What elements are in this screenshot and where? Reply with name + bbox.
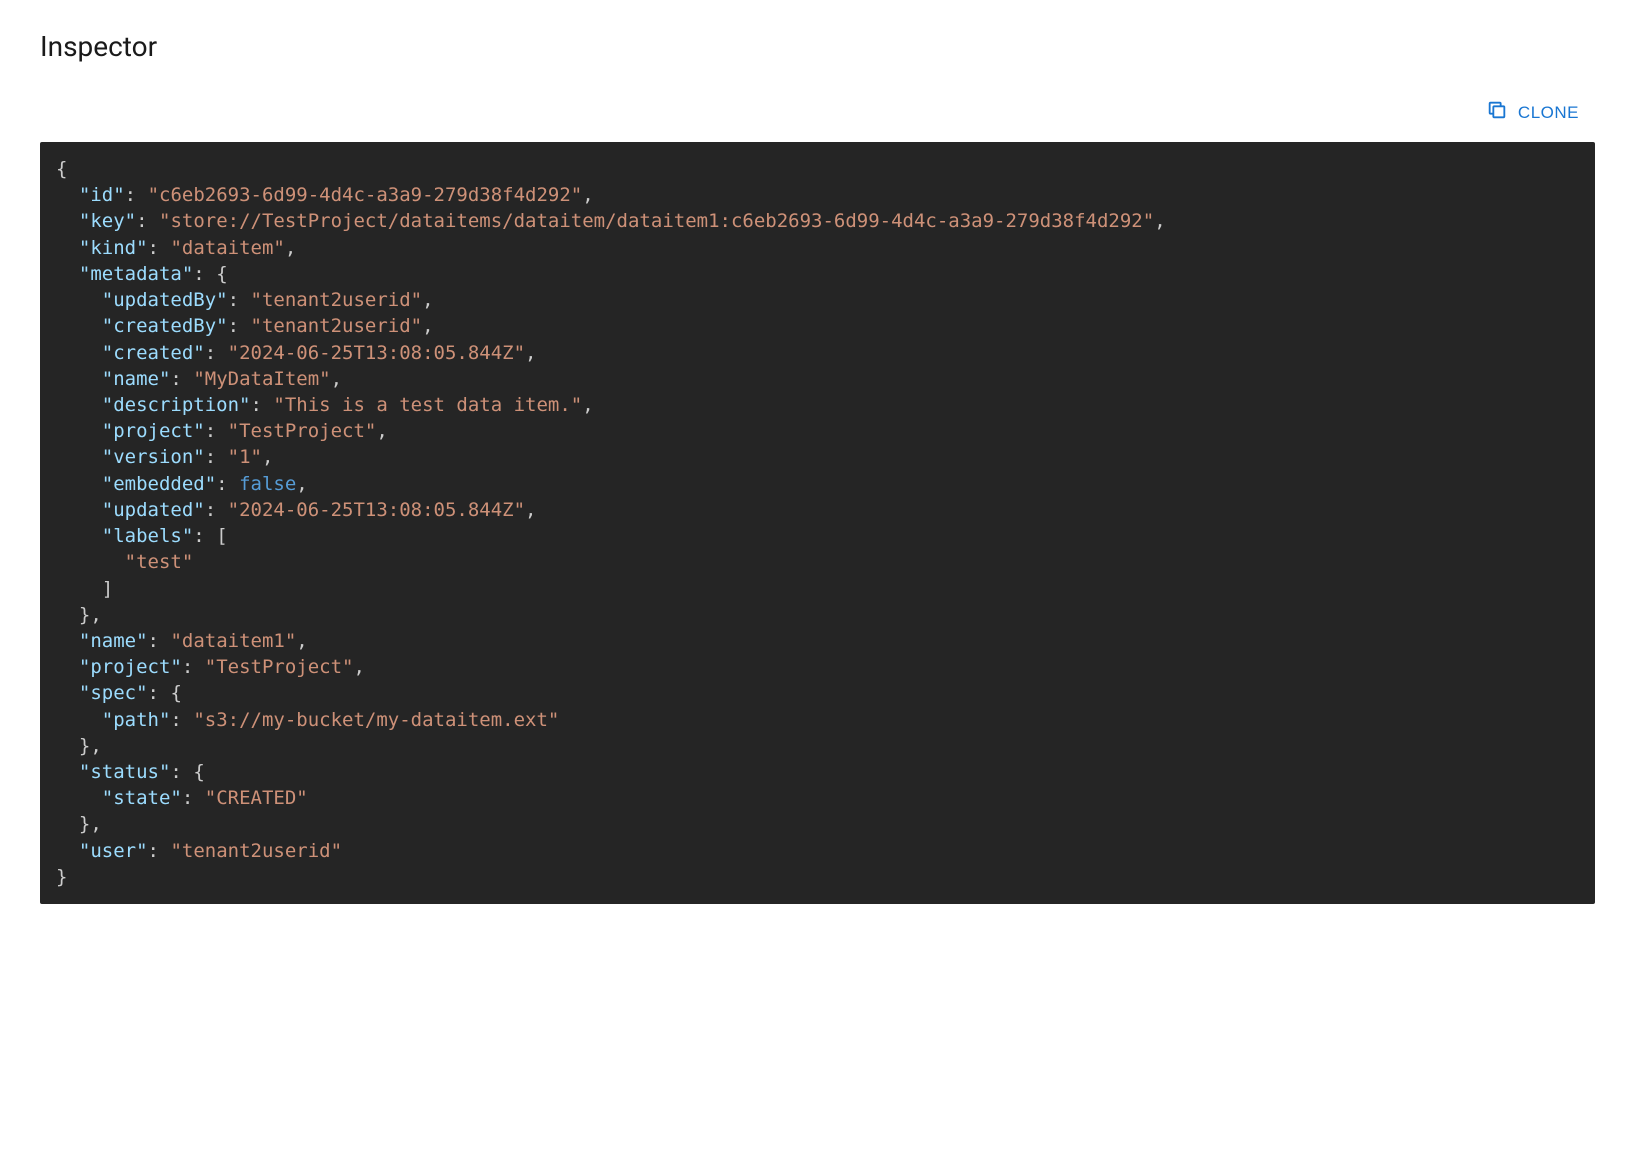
json-inspector-panel: { "id": "c6eb2693-6d99-4d4c-a3a9-279d38f… (40, 142, 1595, 904)
copy-icon (1486, 99, 1508, 126)
clone-button-label: CLONE (1518, 103, 1579, 123)
clone-button[interactable]: CLONE (1478, 93, 1587, 132)
json-code-content: { "id": "c6eb2693-6d99-4d4c-a3a9-279d38f… (56, 156, 1579, 890)
page-title: Inspector (40, 30, 1595, 63)
toolbar: CLONE (40, 93, 1595, 132)
